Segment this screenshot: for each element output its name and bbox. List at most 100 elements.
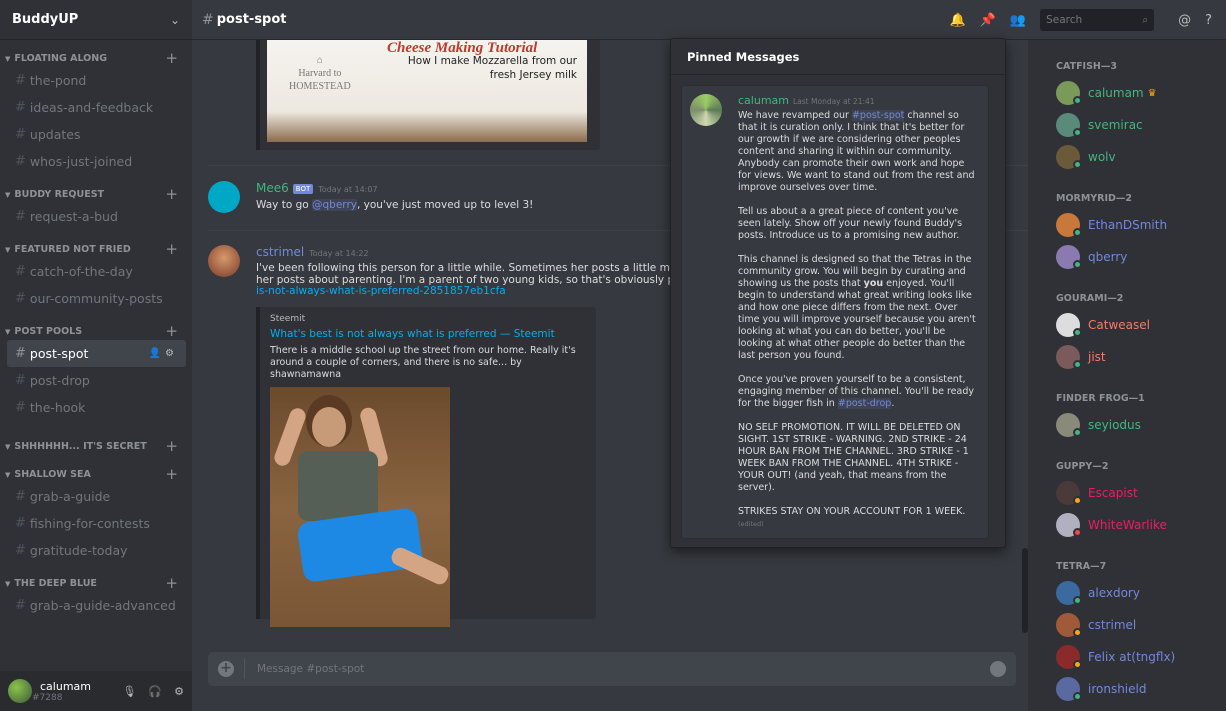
channel-category[interactable]: ▼ FEATURED NOT FRIED + — [0, 240, 192, 258]
channel-category[interactable]: ▼ THE DEEP BLUE + — [0, 574, 192, 592]
member-item[interactable]: cstrimel — [1028, 609, 1226, 641]
user-mention[interactable]: @qberry — [312, 199, 357, 211]
embed-title[interactable]: What's best is not always what is prefer… — [270, 328, 586, 340]
channel-grab-a-guide-advanced[interactable]: # grab-a-guide-advanced — [7, 592, 186, 619]
member-name: alexdory — [1088, 586, 1140, 600]
embed-image[interactable] — [270, 387, 450, 627]
channel-the-hook[interactable]: # the-hook — [7, 394, 186, 421]
gear-icon[interactable]: ⚙ — [174, 685, 184, 698]
popout-title: Pinned Messages — [671, 39, 1005, 75]
channel-category[interactable]: ▼ POST POOLS + — [0, 322, 192, 340]
channel-request-a-bud[interactable]: # request-a-bud — [7, 203, 186, 230]
bell-icon[interactable]: 🔔 — [950, 13, 966, 28]
message-composer: + — [208, 652, 1016, 686]
channel-post-spot[interactable]: # post-spot 👤⚙ — [7, 340, 186, 367]
hash-icon: # — [15, 127, 26, 142]
channel-link[interactable]: #post-spot — [851, 110, 905, 121]
emoji-icon[interactable] — [990, 661, 1006, 677]
member-item[interactable]: wolv — [1028, 141, 1226, 173]
avatar[interactable] — [208, 245, 240, 277]
channel-updates[interactable]: # updates — [7, 121, 186, 148]
member-group-label: MORMYRID—2 — [1056, 193, 1133, 204]
microphone-icon[interactable]: 🎙 — [122, 685, 136, 698]
member-item[interactable]: qberry — [1028, 241, 1226, 273]
avatar — [1056, 113, 1082, 137]
status-indicator — [1073, 228, 1082, 237]
add-channel-icon[interactable]: + — [165, 240, 178, 258]
channel-link[interactable]: #post-drop — [837, 398, 892, 409]
add-channel-icon[interactable]: + — [165, 322, 178, 340]
hash-icon: # — [15, 598, 26, 613]
embed-image-subtitle: How I make Mozzarella from our fresh Jer… — [407, 55, 577, 81]
member-item[interactable]: calumam ♛ — [1028, 77, 1226, 109]
members-icon[interactable]: 👥 — [1010, 13, 1026, 28]
message-author[interactable]: cstrimel Today at 14:22 — [256, 245, 369, 259]
channel-category[interactable]: ▼ SHALLOW SEA + — [0, 465, 192, 483]
channel-the-pond[interactable]: # the-pond — [7, 67, 186, 94]
channel-post-drop[interactable]: # post-drop — [7, 367, 186, 394]
channel-whos-just-joined[interactable]: # whos-just-joined — [7, 148, 186, 175]
channel-category[interactable]: ▼ FLOATING ALONG + — [0, 49, 192, 67]
channel-ideas-and-feedback[interactable]: # ideas-and-feedback — [7, 94, 186, 121]
channel-category[interactable]: ▼ BUDDY REQUEST + — [0, 185, 192, 203]
add-channel-icon[interactable]: + — [165, 465, 178, 483]
search-icon: ⌕ — [1142, 13, 1149, 26]
add-channel-icon[interactable]: + — [165, 185, 178, 203]
headphones-icon[interactable]: 🎧 — [148, 685, 162, 698]
member-item[interactable]: WhiteWarlike — [1028, 509, 1226, 541]
channel-grab-a-guide[interactable]: # grab-a-guide — [7, 483, 186, 510]
member-name: ironshield — [1088, 682, 1147, 696]
avatar[interactable] — [8, 679, 32, 703]
invite-icon[interactable]: 👤 — [149, 348, 165, 359]
status-indicator — [1073, 496, 1082, 505]
pin-icon[interactable]: 📌 — [980, 13, 996, 28]
user-tag: #7288 — [32, 692, 63, 703]
server-header[interactable]: BuddyUP ⌄ — [0, 0, 192, 40]
add-channel-icon[interactable]: + — [165, 437, 178, 455]
channel-fishing-for-contests[interactable]: # fishing-for-contests — [7, 510, 186, 537]
member-item[interactable]: seyiodus — [1028, 409, 1226, 441]
link-embed: Steemit What's best is not always what i… — [256, 307, 596, 627]
avatar[interactable] — [690, 94, 722, 126]
pinned-messages-popout: Pinned Messages calumam Last Monday at 21… — [670, 38, 1006, 548]
channel-category[interactable]: ▼ SHHHHHH... IT'S SECRET + — [0, 437, 192, 455]
upload-plus-icon[interactable]: + — [218, 661, 234, 677]
hash-icon: # — [15, 489, 26, 504]
member-item[interactable]: EthanDSmith — [1028, 209, 1226, 241]
status-indicator — [1073, 260, 1082, 269]
help-icon[interactable]: ? — [1205, 13, 1212, 28]
user-panel: calumam #7288 🎙 🎧 ⚙ — [0, 671, 192, 711]
message-input[interactable] — [257, 663, 990, 675]
member-group-label: GUPPY—2 — [1056, 461, 1109, 472]
embed-image[interactable]: ⌂ Harvard to HOMESTEAD Cheese Making Tutor… — [267, 40, 587, 142]
hash-icon: # — [15, 264, 26, 279]
member-item[interactable]: Catweasel — [1028, 309, 1226, 341]
member-item[interactable]: ironshield — [1028, 673, 1226, 705]
chevron-down-icon[interactable]: ⌄ — [170, 13, 180, 27]
channel-catch-of-the-day[interactable]: # catch-of-the-day — [7, 258, 186, 285]
message-author[interactable]: calumam Last Monday at 21:41 — [738, 94, 875, 107]
mention-icon[interactable]: @ — [1178, 13, 1191, 28]
hash-icon: # — [15, 154, 26, 169]
add-channel-icon[interactable]: + — [165, 49, 178, 67]
channel-our-community-posts[interactable]: # our-community-posts — [7, 285, 186, 312]
message-author[interactable]: Mee6 BOT Today at 14:07 — [256, 181, 378, 195]
member-item[interactable]: alexdory — [1028, 577, 1226, 609]
channel-label: post-spot — [29, 346, 89, 361]
avatar — [1056, 145, 1082, 169]
pinned-message[interactable]: calumam Last Monday at 21:41 We have reva… — [681, 85, 989, 539]
channel-sidebar: BuddyUP ⌄ ▼ FLOATING ALONG + # the-pond # idea… — [0, 0, 192, 711]
gear-icon[interactable]: ⚙ — [165, 348, 178, 359]
avatar[interactable] — [208, 181, 240, 213]
member-item[interactable]: Felix at(tngflx) — [1028, 641, 1226, 673]
embed-provider: Steemit — [270, 314, 306, 324]
hash-icon: # — [15, 400, 26, 415]
member-item[interactable]: Escapist — [1028, 477, 1226, 509]
channel-label: grab-a-guide-advanced — [29, 598, 176, 613]
channel-gratitude-today[interactable]: # gratitude-today — [7, 537, 186, 564]
add-channel-icon[interactable]: + — [165, 574, 178, 592]
search-input[interactable]: Search ⌕ — [1040, 9, 1155, 31]
avatar — [1056, 645, 1082, 669]
member-item[interactable]: jist — [1028, 341, 1226, 373]
member-item[interactable]: svemirac — [1028, 109, 1226, 141]
